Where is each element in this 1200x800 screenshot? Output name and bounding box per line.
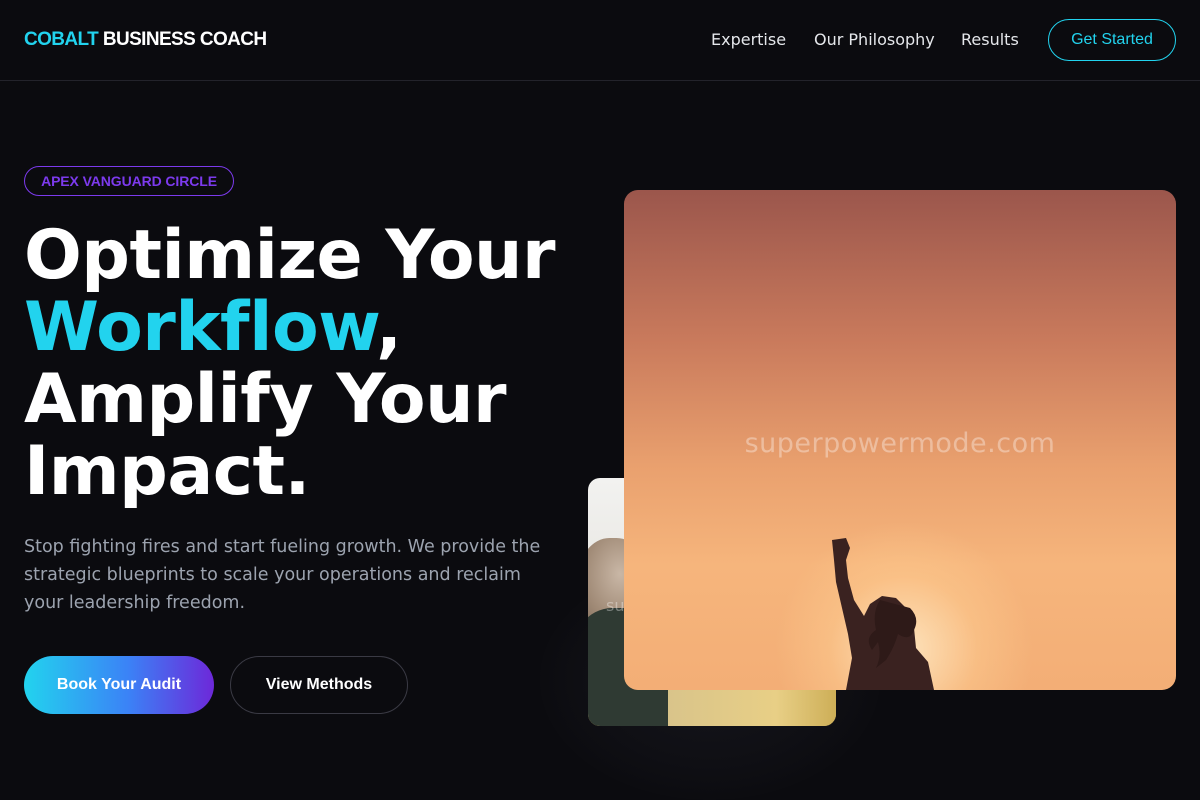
site-header: COBALT BUSINESS COACH Expertise Our Phil… xyxy=(0,0,1200,81)
headline-line-1: Optimize Your xyxy=(24,216,556,295)
hero-subtext: Stop fighting fires and start fueling gr… xyxy=(24,537,541,613)
headline-comma: , xyxy=(376,288,402,367)
view-methods-button[interactable]: View Methods xyxy=(230,656,408,714)
get-started-button[interactable]: Get Started xyxy=(1048,19,1176,61)
large-photo-watermark: superpowermode.com xyxy=(744,428,1056,459)
logo-accent-text: COBALT xyxy=(24,29,99,50)
headline-line-2: Workflow, xyxy=(24,292,624,364)
headline-line-4: Impact. xyxy=(24,432,310,511)
headline-line-3: Amplify Your xyxy=(24,360,507,439)
small-photo-watermark: su xyxy=(606,596,625,615)
sunset-triumph-photo: superpowermode.com xyxy=(624,190,1176,690)
hero-badge: APEX VANGUARD CIRCLE xyxy=(24,166,234,196)
book-your-audit-button[interactable]: Book Your Audit xyxy=(24,656,214,714)
raised-fist-silhouette-icon xyxy=(832,538,934,690)
landing-page: COBALT BUSINESS COACH Expertise Our Phil… xyxy=(0,0,1200,800)
headline-highlight: Workflow xyxy=(24,288,377,367)
nav-link-results[interactable]: Results xyxy=(961,29,1019,51)
nav-link-expertise[interactable]: Expertise xyxy=(711,29,786,51)
nav-link-our-philosophy[interactable]: Our Philosophy xyxy=(814,29,935,51)
hero-headline: Optimize Your Workflow, Amplify Your Imp… xyxy=(24,220,624,508)
brand-logo[interactable]: COBALT BUSINESS COACH xyxy=(24,28,267,52)
logo-rest-text: BUSINESS COACH xyxy=(102,29,267,50)
